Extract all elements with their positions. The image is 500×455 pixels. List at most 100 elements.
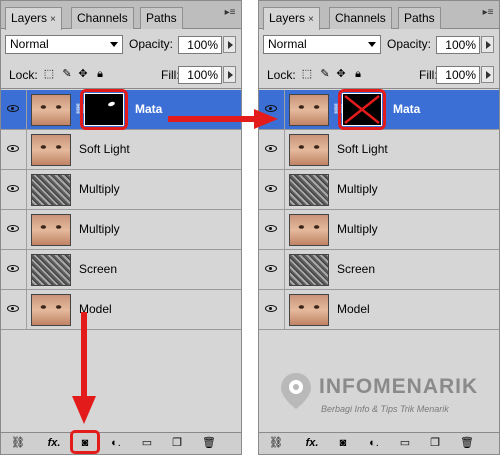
close-icon[interactable]: × bbox=[308, 14, 314, 25]
layer-row[interactable]: Model bbox=[1, 290, 241, 330]
layer-row[interactable]: Model bbox=[259, 290, 499, 330]
tab-channels[interactable]: Channels bbox=[329, 7, 392, 29]
fill-slider-button[interactable] bbox=[481, 66, 494, 83]
visibility-toggle[interactable] bbox=[1, 210, 27, 249]
blend-mode-select[interactable]: Normal bbox=[5, 35, 123, 54]
lock-transparent-icon[interactable]: ⬚ bbox=[301, 68, 313, 80]
panel-tab-bar: Layers × Channels Paths ▸≡ bbox=[1, 1, 241, 30]
visibility-toggle[interactable] bbox=[259, 250, 285, 289]
visibility-toggle[interactable] bbox=[1, 290, 27, 329]
blend-mode-select[interactable]: Normal bbox=[263, 35, 381, 54]
fill-label: Fill: bbox=[161, 68, 180, 82]
layer-row[interactable]: ⛓ Mata bbox=[259, 89, 499, 130]
link-icon[interactable]: ⛓ bbox=[9, 436, 27, 451]
layer-row[interactable]: Soft Light bbox=[259, 130, 499, 170]
opacity-input[interactable]: 100% bbox=[178, 36, 222, 54]
folder-icon[interactable]: ▭ bbox=[139, 436, 155, 451]
eye-icon bbox=[7, 185, 19, 192]
watermark-title: INFOMENARIK bbox=[319, 375, 479, 398]
lock-paint-icon[interactable]: ✎ bbox=[61, 68, 73, 80]
opacity-slider-button[interactable] bbox=[481, 36, 494, 53]
visibility-toggle[interactable] bbox=[259, 290, 285, 329]
layer-thumbnail bbox=[289, 214, 329, 246]
tab-layers-label: Layers bbox=[269, 11, 306, 25]
fill-slider-button[interactable] bbox=[223, 66, 236, 83]
watermark: INFOMENARIK Berbagi Info & Tips Trik Men… bbox=[277, 367, 497, 427]
folder-icon[interactable]: ▭ bbox=[397, 436, 413, 451]
lock-all-icon[interactable]: 🔒︎ bbox=[94, 68, 106, 80]
visibility-toggle[interactable] bbox=[1, 250, 27, 289]
panel-bottom-toolbar: ⛓ fx. ◙ ◐. ▭ ❐ 🗑︎ bbox=[259, 432, 499, 454]
layer-row[interactable]: Multiply bbox=[1, 170, 241, 210]
eye-icon bbox=[265, 305, 277, 312]
layer-row[interactable]: Screen bbox=[1, 250, 241, 290]
layer-row[interactable]: Multiply bbox=[259, 210, 499, 250]
fx-icon[interactable]: fx. bbox=[43, 436, 65, 451]
visibility-toggle[interactable] bbox=[1, 130, 27, 169]
visibility-toggle[interactable] bbox=[1, 170, 27, 209]
fx-icon[interactable]: fx. bbox=[301, 436, 323, 451]
visibility-toggle[interactable] bbox=[259, 130, 285, 169]
tab-layers[interactable]: Layers × bbox=[263, 7, 320, 30]
layer-name: Soft Light bbox=[79, 142, 130, 156]
layer-row[interactable]: Soft Light bbox=[1, 130, 241, 170]
adjustment-icon[interactable]: ◐. bbox=[107, 436, 125, 451]
chevron-down-icon bbox=[110, 42, 118, 47]
lock-transparent-icon[interactable]: ⬚ bbox=[43, 68, 55, 80]
layer-row[interactable]: Multiply bbox=[1, 210, 241, 250]
link-icon[interactable]: ⛓ bbox=[267, 436, 285, 451]
mask-highlight-box bbox=[338, 89, 386, 130]
tab-paths[interactable]: Paths bbox=[398, 7, 441, 29]
new-layer-icon[interactable]: ❐ bbox=[427, 436, 443, 451]
layer-thumbnail bbox=[289, 134, 329, 166]
layer-name: Screen bbox=[337, 262, 376, 276]
panel-bottom-toolbar: ⛓ fx. ◙ ◐. ▭ ❐ 🗑︎ bbox=[1, 430, 241, 454]
fill-label: Fill: bbox=[419, 68, 438, 82]
tab-paths[interactable]: Paths bbox=[140, 7, 183, 29]
layer-name: Model bbox=[337, 302, 370, 316]
layer-thumbnail bbox=[289, 254, 329, 286]
layer-thumbnail bbox=[31, 174, 71, 206]
adjustment-icon[interactable]: ◐. bbox=[365, 436, 383, 451]
fill-input[interactable]: 100% bbox=[178, 66, 222, 84]
visibility-toggle[interactable] bbox=[1, 90, 27, 129]
layer-name: Multiply bbox=[79, 182, 120, 196]
tab-channels-label: Channels bbox=[77, 11, 128, 25]
tab-channels[interactable]: Channels bbox=[71, 7, 134, 29]
lock-fill-row: Lock: ⬚ ✎ ✥ 🔒︎ Fill: 100% bbox=[259, 63, 499, 89]
eye-icon bbox=[265, 145, 277, 152]
layer-name: Mata bbox=[135, 102, 163, 116]
panel-menu-icon[interactable]: ▸≡ bbox=[481, 6, 495, 20]
lock-fill-row: Lock: ⬚ ✎ ✥ 🔒︎ Fill: 100% bbox=[1, 63, 241, 89]
lock-move-icon[interactable]: ✥ bbox=[77, 68, 89, 80]
trash-icon[interactable]: 🗑︎ bbox=[201, 436, 217, 451]
layer-name: Soft Light bbox=[337, 142, 388, 156]
eye-icon bbox=[7, 145, 19, 152]
opacity-slider-button[interactable] bbox=[223, 36, 236, 53]
layer-row[interactable]: Multiply bbox=[259, 170, 499, 210]
chevron-down-icon bbox=[368, 42, 376, 47]
trash-icon[interactable]: 🗑︎ bbox=[459, 436, 475, 451]
down-arrow-icon bbox=[72, 312, 96, 424]
fill-input[interactable]: 100% bbox=[436, 66, 480, 84]
layer-thumbnail bbox=[289, 294, 329, 326]
opacity-input[interactable]: 100% bbox=[436, 36, 480, 54]
lock-paint-icon[interactable]: ✎ bbox=[319, 68, 331, 80]
new-layer-icon[interactable]: ❐ bbox=[169, 436, 185, 451]
eye-icon bbox=[265, 225, 277, 232]
layer-list: ⛓ Mata Soft Light Multiply Multiply Scre… bbox=[259, 89, 499, 405]
layer-thumbnail bbox=[31, 214, 71, 246]
layer-row[interactable]: Screen bbox=[259, 250, 499, 290]
lock-move-icon[interactable]: ✥ bbox=[335, 68, 347, 80]
visibility-toggle[interactable] bbox=[259, 210, 285, 249]
visibility-toggle[interactable] bbox=[259, 170, 285, 209]
panel-menu-icon[interactable]: ▸≡ bbox=[223, 6, 237, 20]
mask-highlight-box bbox=[80, 89, 128, 130]
lock-all-icon[interactable]: 🔒︎ bbox=[352, 68, 364, 80]
add-mask-icon[interactable]: ◙ bbox=[335, 436, 351, 451]
tab-layers[interactable]: Layers × bbox=[5, 7, 62, 30]
layer-thumbnail bbox=[289, 174, 329, 206]
close-icon[interactable]: × bbox=[50, 14, 56, 25]
add-mask-highlight-box bbox=[70, 430, 100, 454]
layer-name: Multiply bbox=[79, 222, 120, 236]
